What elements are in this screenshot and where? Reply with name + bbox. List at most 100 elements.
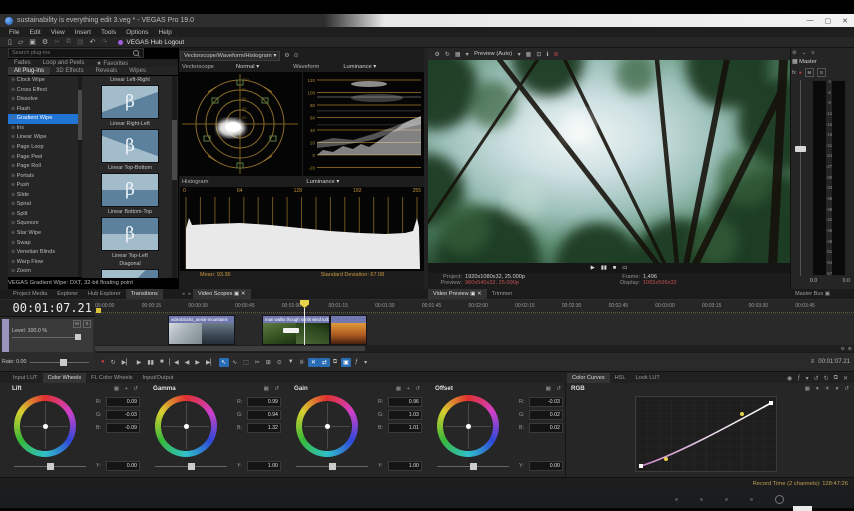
lift-y-value[interactable]: 0.00 xyxy=(106,461,140,471)
meter-options-icon[interactable]: ≡ xyxy=(811,50,814,56)
lift-r-value[interactable]: 0.09 xyxy=(106,397,140,407)
dock-tab[interactable]: Explorer xyxy=(52,289,83,299)
wheel-toolbar-icons[interactable]: ▦ + ↺ xyxy=(114,386,140,392)
plugin-list-item[interactable]: Iris xyxy=(8,124,82,134)
close-icon[interactable]: ✕ xyxy=(843,375,848,382)
preview-toggle-icon[interactable]: ◉ xyxy=(787,375,792,382)
plugin-list-item[interactable]: Squeeze xyxy=(8,219,82,229)
timeline-marker[interactable] xyxy=(96,308,101,313)
more-tools-icon[interactable]: ▾ xyxy=(362,358,370,367)
split-icon[interactable]: ✂ xyxy=(252,358,262,367)
plugin-list-item[interactable]: Zoom xyxy=(8,267,82,277)
auto-crossfade-icon[interactable]: ✕ xyxy=(308,358,318,367)
plugin-list-item[interactable]: Split xyxy=(8,210,82,220)
track-solo-button[interactable]: S xyxy=(83,320,91,328)
gamma-g-value[interactable]: 0.94 xyxy=(247,410,281,420)
plugin-list-item[interactable]: Dissolve xyxy=(8,95,82,105)
waveform-mode-select[interactable]: Luminance ▾ xyxy=(343,64,376,70)
transition-preset[interactable]: βLinear Top-Left Diagonal xyxy=(82,217,178,268)
gain-r-value[interactable]: 0.96 xyxy=(388,397,422,407)
luminance-handle[interactable] xyxy=(329,463,336,470)
pause-icon[interactable]: ▮▮ xyxy=(145,358,157,367)
scope-settings-icon[interactable]: ⚙ xyxy=(284,52,289,59)
dock-tab[interactable]: Project Media xyxy=(8,289,52,299)
timeline-clip[interactable] xyxy=(330,315,367,345)
envelope-tool-icon[interactable]: ∿ xyxy=(230,358,240,367)
category-tab[interactable]: Loop and Peels xyxy=(37,59,91,67)
menu-item[interactable]: File xyxy=(4,29,24,36)
stop-icon[interactable]: ■ xyxy=(613,265,616,271)
dropdown-icon[interactable]: ▾ xyxy=(806,375,809,382)
next-frame-icon[interactable]: ▶ xyxy=(193,358,203,367)
prev-frame-icon[interactable]: ◀ xyxy=(182,358,192,367)
wheel-handle[interactable] xyxy=(43,424,48,429)
lock-icon[interactable]: ▣ xyxy=(341,358,352,367)
rate-handle[interactable] xyxy=(60,359,67,366)
preview-quality-select[interactable]: Preview (Auto) xyxy=(471,51,515,57)
video-track-header[interactable]: M S Level: 100.0 % xyxy=(2,319,93,352)
plugin-list-item[interactable]: Star Wipe xyxy=(8,229,82,239)
scope-update-icon[interactable]: ⊙ xyxy=(294,52,299,59)
dropdown-icon[interactable]: ▾ xyxy=(515,51,523,58)
event-fx-icon[interactable]: ƒ xyxy=(352,358,361,366)
plugin-list-item[interactable]: Warp Flow xyxy=(8,258,82,268)
plugin-list-item[interactable]: Gradient Wipe xyxy=(8,114,82,124)
rate-slider[interactable] xyxy=(30,362,89,363)
reset-icon[interactable]: ↺ xyxy=(844,386,849,392)
wheel-toolbar-icons[interactable]: ▦ ↺ xyxy=(546,386,563,392)
undo-icon[interactable]: ↶ xyxy=(87,38,99,46)
transition-preset[interactable]: βLinear Right-Left xyxy=(82,85,178,128)
offset-r-value[interactable]: -0.03 xyxy=(529,397,563,407)
dropdown-icon[interactable]: ▾ xyxy=(836,386,839,392)
gamma-r-value[interactable]: 0.99 xyxy=(247,397,281,407)
dropdown-icon[interactable]: ▾ xyxy=(816,386,819,392)
new-project-icon[interactable]: ▯ xyxy=(5,38,15,46)
play-icon[interactable]: ▶ xyxy=(591,265,595,271)
redo-icon[interactable]: ↻ xyxy=(824,375,829,382)
transition-preset[interactable]: βLinear Top-Bottom xyxy=(82,129,178,172)
search-input[interactable] xyxy=(9,50,133,56)
gamma-b-value[interactable]: 1.32 xyxy=(247,423,281,433)
luminance-handle[interactable] xyxy=(470,463,477,470)
paste-icon[interactable]: ▤ xyxy=(74,38,87,46)
bypass-icon[interactable]: ƒ xyxy=(797,375,800,381)
plugin-list-item[interactable]: Portals xyxy=(8,172,82,182)
timeline-ruler[interactable]: 00:00:0000:00:1500:00:3000:00:4500:01:00… xyxy=(95,300,854,313)
transition-thumbnail[interactable]: β xyxy=(101,173,159,207)
ripple-edit-icon[interactable]: ⇄ xyxy=(319,358,329,367)
histogram-mode-select[interactable]: Luminance ▾ xyxy=(306,179,339,185)
window-control-button[interactable]: ✕ xyxy=(842,17,848,25)
dock-tab-trimmer[interactable]: Trimmer xyxy=(487,289,518,299)
dock-tab-video-scopes[interactable]: Video Scopes ▣ ✕ xyxy=(193,289,251,299)
grid-icon[interactable]: ▦ xyxy=(805,386,810,392)
pause-icon[interactable]: ▮▮ xyxy=(601,265,607,271)
transitions-scrollbar-thumb[interactable] xyxy=(172,120,177,180)
play-icon[interactable]: ▶ xyxy=(134,358,144,367)
transition-thumbnail[interactable]: β xyxy=(101,129,159,163)
toolbar-options-icon[interactable]: ≡ xyxy=(811,359,815,365)
window-control-button[interactable]: ▢ xyxy=(825,17,832,25)
tray-icon[interactable] xyxy=(725,498,728,501)
bypass-fx-icon[interactable]: ⊘ xyxy=(551,51,561,58)
luminance-slider[interactable] xyxy=(296,466,368,467)
loop-playback-icon[interactable]: ↻ xyxy=(442,51,452,58)
copy-icon[interactable]: ⧉ xyxy=(63,38,74,46)
dock-tab-master-bus[interactable]: Master Bus ▣ xyxy=(790,289,835,299)
vectorscope-mode-select[interactable]: Normal ▾ xyxy=(236,64,259,70)
menu-item[interactable]: Help xyxy=(154,29,177,36)
color-tab[interactable]: Input LUT xyxy=(8,373,43,383)
vegas-hub-logout-button[interactable]: VEGAS Hub Logout xyxy=(126,39,184,46)
go-to-start-icon[interactable]: ▏◀ xyxy=(167,358,181,367)
tray-icon[interactable] xyxy=(675,498,678,501)
plugin-list-item[interactable]: Page Loop xyxy=(8,143,82,153)
tray-icon[interactable] xyxy=(700,498,703,501)
color-tab[interactable]: FL Color Wheels xyxy=(86,373,137,383)
plugin-list-item[interactable]: Spiral xyxy=(8,200,82,210)
track-mute-button[interactable]: M xyxy=(73,320,81,328)
bus-settings-icon[interactable]: ⊛ xyxy=(792,50,797,56)
curves-tab[interactable]: Color Curves xyxy=(567,373,610,383)
offset-y-value[interactable]: 0.00 xyxy=(529,461,563,471)
save-project-icon[interactable]: ▣ xyxy=(26,38,39,46)
trim-icon[interactable]: ⊞ xyxy=(263,358,273,367)
wheel-handle[interactable] xyxy=(325,424,330,429)
